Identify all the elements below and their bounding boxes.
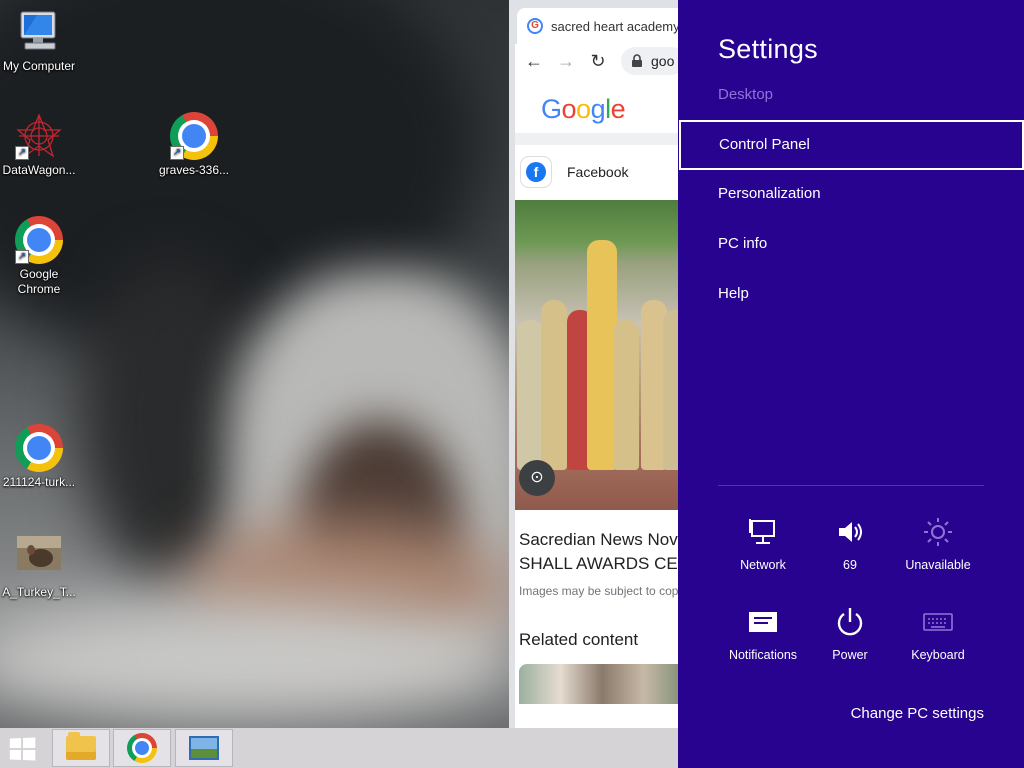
notifications-icon (723, 602, 803, 642)
image-source-row[interactable]: f Facebook (515, 146, 685, 198)
desktop-icon-my-computer[interactable]: My Computer (0, 8, 79, 74)
desktop-icon-label: Google Chrome (17, 267, 61, 296)
desktop-icon-google-chrome[interactable]: ↗ Google Chrome (0, 216, 79, 297)
chrome-icon (127, 733, 157, 763)
settings-item-help[interactable]: Help (678, 270, 1024, 320)
settings-item-pc-info[interactable]: PC info (678, 220, 1024, 270)
google-lens-icon[interactable]: ⊙ (519, 460, 555, 496)
desktop-icon-label: DataWagon... (2, 163, 76, 177)
browser-page: Google f Facebook ⊙ Sacredian News Nov S… (515, 78, 685, 728)
forward-arrow-icon[interactable]: → (557, 51, 575, 72)
desktop-icon-211124-turk[interactable]: 211124-turk... (0, 424, 79, 490)
taskbar-chrome[interactable] (113, 729, 171, 767)
related-thumbnail[interactable] (519, 664, 685, 704)
source-site-name: Facebook (567, 164, 629, 180)
shortcut-arrow-icon: ↗ (15, 250, 29, 264)
change-pc-settings-link[interactable]: Change PC settings (851, 705, 984, 722)
desktop-icon-label: 211124-turk... (2, 475, 76, 489)
settings-title: Settings (718, 34, 818, 64)
browser-tabstrip: G sacred heart academy (509, 0, 689, 50)
file-explorer-icon (66, 732, 96, 760)
taskbar-file-explorer[interactable] (52, 729, 110, 767)
copyright-note: Images may be subject to cop (519, 584, 679, 598)
google-favicon-icon: G (527, 18, 543, 34)
windows-logo-icon (9, 737, 36, 761)
tile-brightness[interactable]: Unavailable (898, 512, 978, 572)
tile-label: Keyboard (911, 648, 965, 662)
browser-tab[interactable]: G sacred heart academy (517, 8, 687, 44)
related-content-heading: Related content (519, 630, 639, 649)
settings-item-control-panel[interactable]: Control Panel (679, 120, 1024, 170)
facebook-icon: f (521, 157, 551, 187)
tile-label: Power (832, 648, 868, 662)
volume-icon (810, 512, 890, 552)
turkey-image-icon (15, 534, 63, 582)
tile-network[interactable]: Network (723, 512, 803, 572)
shortcut-arrow-icon: ↗ (15, 146, 29, 160)
settings-divider (718, 485, 984, 486)
desktop-icon-a-turkey[interactable]: A_Turkey_T... (0, 534, 79, 600)
power-icon (810, 602, 890, 642)
settings-context: Desktop (718, 86, 774, 103)
network-icon (723, 512, 803, 552)
computer-icon (15, 8, 63, 56)
tile-label: Unavailable (905, 558, 971, 572)
tile-keyboard[interactable]: Keyboard (898, 602, 978, 662)
taskbar-photos[interactable] (175, 729, 233, 767)
tile-label: 69 (843, 558, 857, 572)
brightness-icon (898, 512, 978, 552)
chrome-icon: ↗ (15, 216, 63, 264)
tile-volume[interactable]: 69 (810, 512, 890, 572)
address-text: goo (651, 53, 675, 69)
desktop-icon-graves[interactable]: ↗ graves-336... (154, 112, 234, 178)
tab-title: sacred heart academy (551, 18, 680, 34)
chrome-icon (15, 424, 63, 472)
lock-icon (632, 54, 642, 67)
desktop-icon-label: graves-336... (158, 163, 230, 177)
browser-toolbar: ← → ↻ goo (515, 44, 685, 78)
result-title[interactable]: Sacredian News Nov SHALL AWARDS CER (519, 528, 685, 576)
address-bar[interactable]: goo (621, 47, 685, 75)
result-image[interactable]: ⊙ (515, 200, 685, 510)
keyboard-icon (898, 602, 978, 642)
desktop-icon-datawagon[interactable]: ↗ DataWagon... (0, 112, 79, 178)
chrome-icon: ↗ (170, 112, 218, 160)
google-logo[interactable]: Google (541, 94, 626, 125)
settings-item-personalization[interactable]: Personalization (678, 170, 1024, 220)
tile-power[interactable]: Power (810, 602, 890, 662)
tile-label: Notifications (728, 648, 798, 662)
datawagon-icon: ↗ (15, 112, 63, 160)
photos-icon (189, 736, 219, 760)
back-arrow-icon[interactable]: ← (525, 51, 543, 72)
tile-label: Network (740, 558, 786, 572)
desktop-icon-label: My Computer (2, 59, 76, 73)
settings-charm: Settings Desktop Control Panel Personali… (678, 0, 1024, 768)
shortcut-arrow-icon: ↗ (170, 146, 184, 160)
tile-notifications[interactable]: Notifications (723, 602, 803, 662)
reload-icon[interactable]: ↻ (589, 51, 607, 72)
desktop-icon-label: A_Turkey_T... (2, 585, 76, 599)
start-button[interactable] (4, 734, 40, 764)
